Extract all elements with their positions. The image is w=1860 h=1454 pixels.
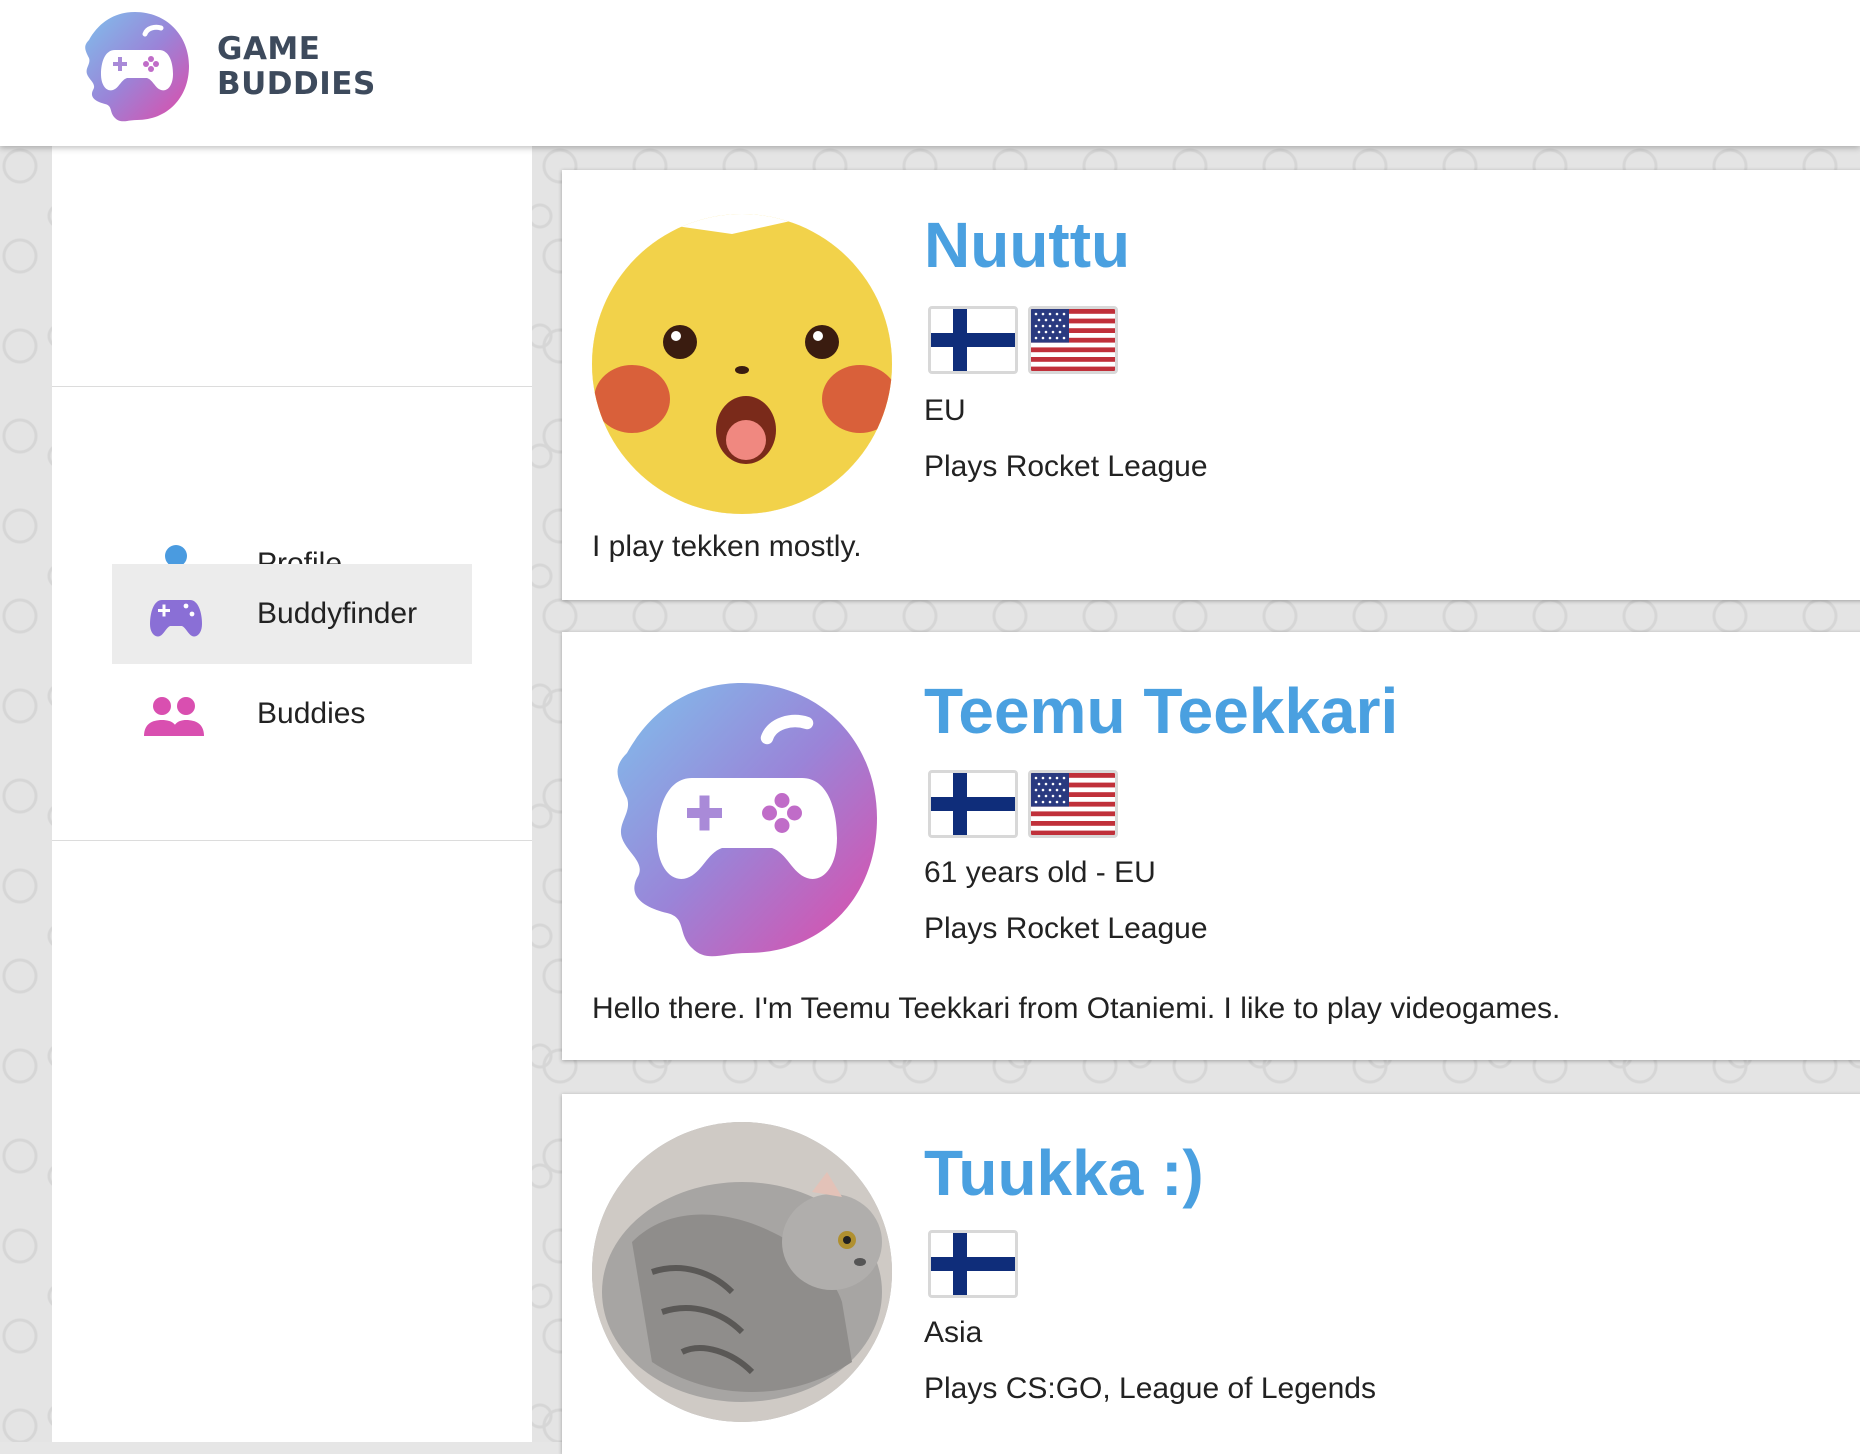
gray-cat-avatar bbox=[592, 1122, 892, 1422]
buddy-games: Plays Rocket League bbox=[924, 912, 1208, 945]
sidebar-item-buddyfinder[interactable]: Buddyfinder bbox=[112, 564, 472, 664]
buddy-region: EU bbox=[924, 394, 966, 427]
gamepad-icon bbox=[150, 600, 202, 637]
sidebar-item-buddies[interactable]: Buddies bbox=[112, 664, 472, 764]
game-buddies-logo-avatar bbox=[592, 668, 892, 968]
buddy-bio: Hello there. I'm Teemu Teekkari from Ota… bbox=[592, 992, 1561, 1025]
surprised-pikachu-avatar bbox=[592, 214, 892, 514]
buddy-card[interactable]: Nuuttu EU Plays Rocket League I play tek… bbox=[562, 170, 1860, 600]
language-flags bbox=[928, 306, 1118, 374]
buddy-card[interactable]: Tuukka :) Asia Plays CS:GO, League of Le… bbox=[562, 1094, 1860, 1454]
sidebar-divider-bottom bbox=[52, 840, 532, 841]
buddy-bio: I play tekken mostly. bbox=[592, 530, 862, 563]
finland-flag-icon bbox=[928, 1230, 1018, 1298]
brand-line-2: BUDDIES bbox=[217, 66, 376, 102]
finland-flag-icon bbox=[928, 770, 1018, 838]
sidebar: Profile Buddyfinder Buddies bbox=[52, 146, 532, 1442]
sidebar-item-label: Buddies bbox=[257, 697, 366, 730]
brand-line-1: GAME bbox=[217, 31, 321, 67]
buddy-age-region: 61 years old - EU bbox=[924, 856, 1156, 889]
buddy-card[interactable]: Teemu Teekkari 61 years old - EU Plays R… bbox=[562, 632, 1860, 1060]
sidebar-divider-top bbox=[52, 386, 532, 387]
game-buddies-logo-icon[interactable] bbox=[72, 6, 198, 126]
people-icon bbox=[144, 697, 204, 736]
buddy-name[interactable]: Tuukka :) bbox=[924, 1136, 1204, 1210]
buddy-name[interactable]: Teemu Teekkari bbox=[924, 674, 1398, 748]
brand-name[interactable]: GAME BUDDIES bbox=[217, 32, 376, 102]
buddy-games: Plays Rocket League bbox=[924, 450, 1208, 483]
language-flags bbox=[928, 1230, 1018, 1298]
buddy-name[interactable]: Nuuttu bbox=[924, 208, 1130, 282]
usa-flag-icon bbox=[1028, 770, 1118, 838]
buddy-games: Plays CS:GO, League of Legends bbox=[924, 1372, 1376, 1405]
usa-flag-icon bbox=[1028, 306, 1118, 374]
finland-flag-icon bbox=[928, 306, 1018, 374]
buddy-region: Asia bbox=[924, 1316, 983, 1349]
top-header: GAME BUDDIES bbox=[0, 0, 1860, 146]
language-flags bbox=[928, 770, 1118, 838]
sidebar-item-label: Buddyfinder bbox=[257, 597, 418, 630]
